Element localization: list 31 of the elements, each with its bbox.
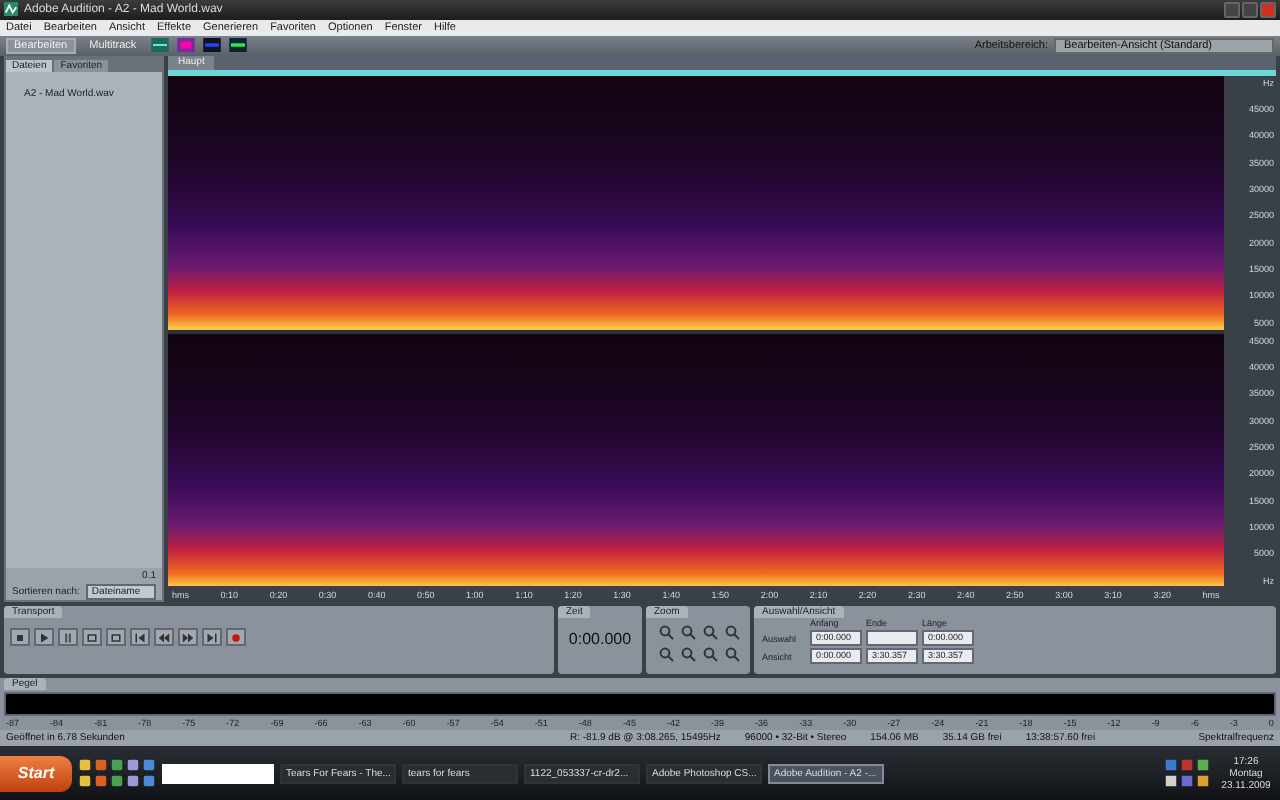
- end-button[interactable]: [202, 628, 222, 647]
- magnifier-icon[interactable]: [724, 624, 740, 641]
- start-button[interactable]: [130, 628, 150, 647]
- start-icon: [134, 631, 146, 644]
- magnifier-icon[interactable]: [702, 646, 718, 663]
- magnifier-icon[interactable]: [658, 646, 674, 663]
- play-button[interactable]: [34, 628, 54, 647]
- magnifier-icon[interactable]: [702, 624, 718, 641]
- search-field[interactable]: [162, 763, 274, 784]
- record-icon: [230, 631, 242, 644]
- magnifier-icon[interactable]: [680, 624, 696, 641]
- play-icon: [38, 631, 50, 644]
- magnifier-icon[interactable]: [658, 624, 674, 641]
- forward-button[interactable]: [178, 628, 198, 647]
- stop-button[interactable]: [10, 628, 30, 647]
- end-icon: [206, 631, 218, 644]
- magnifier-icon[interactable]: [680, 646, 696, 663]
- time-display: 0:00.000: [566, 630, 634, 649]
- rewind-icon: [158, 631, 170, 644]
- time-field[interactable]: [866, 630, 918, 647]
- phase-view-icon[interactable]: [228, 38, 249, 53]
- app-icon: [4, 2, 18, 17]
- stop-icon: [14, 631, 26, 644]
- forward-icon: [182, 631, 194, 644]
- rewind-button[interactable]: [154, 628, 174, 647]
- pan-view-icon[interactable]: [202, 38, 223, 53]
- pause-icon: [62, 631, 74, 644]
- start-button[interactable]: Start: [0, 755, 72, 792]
- waveform-view-icon[interactable]: [150, 38, 171, 53]
- magnifier-icon[interactable]: [724, 646, 740, 663]
- pause-button[interactable]: [58, 628, 78, 647]
